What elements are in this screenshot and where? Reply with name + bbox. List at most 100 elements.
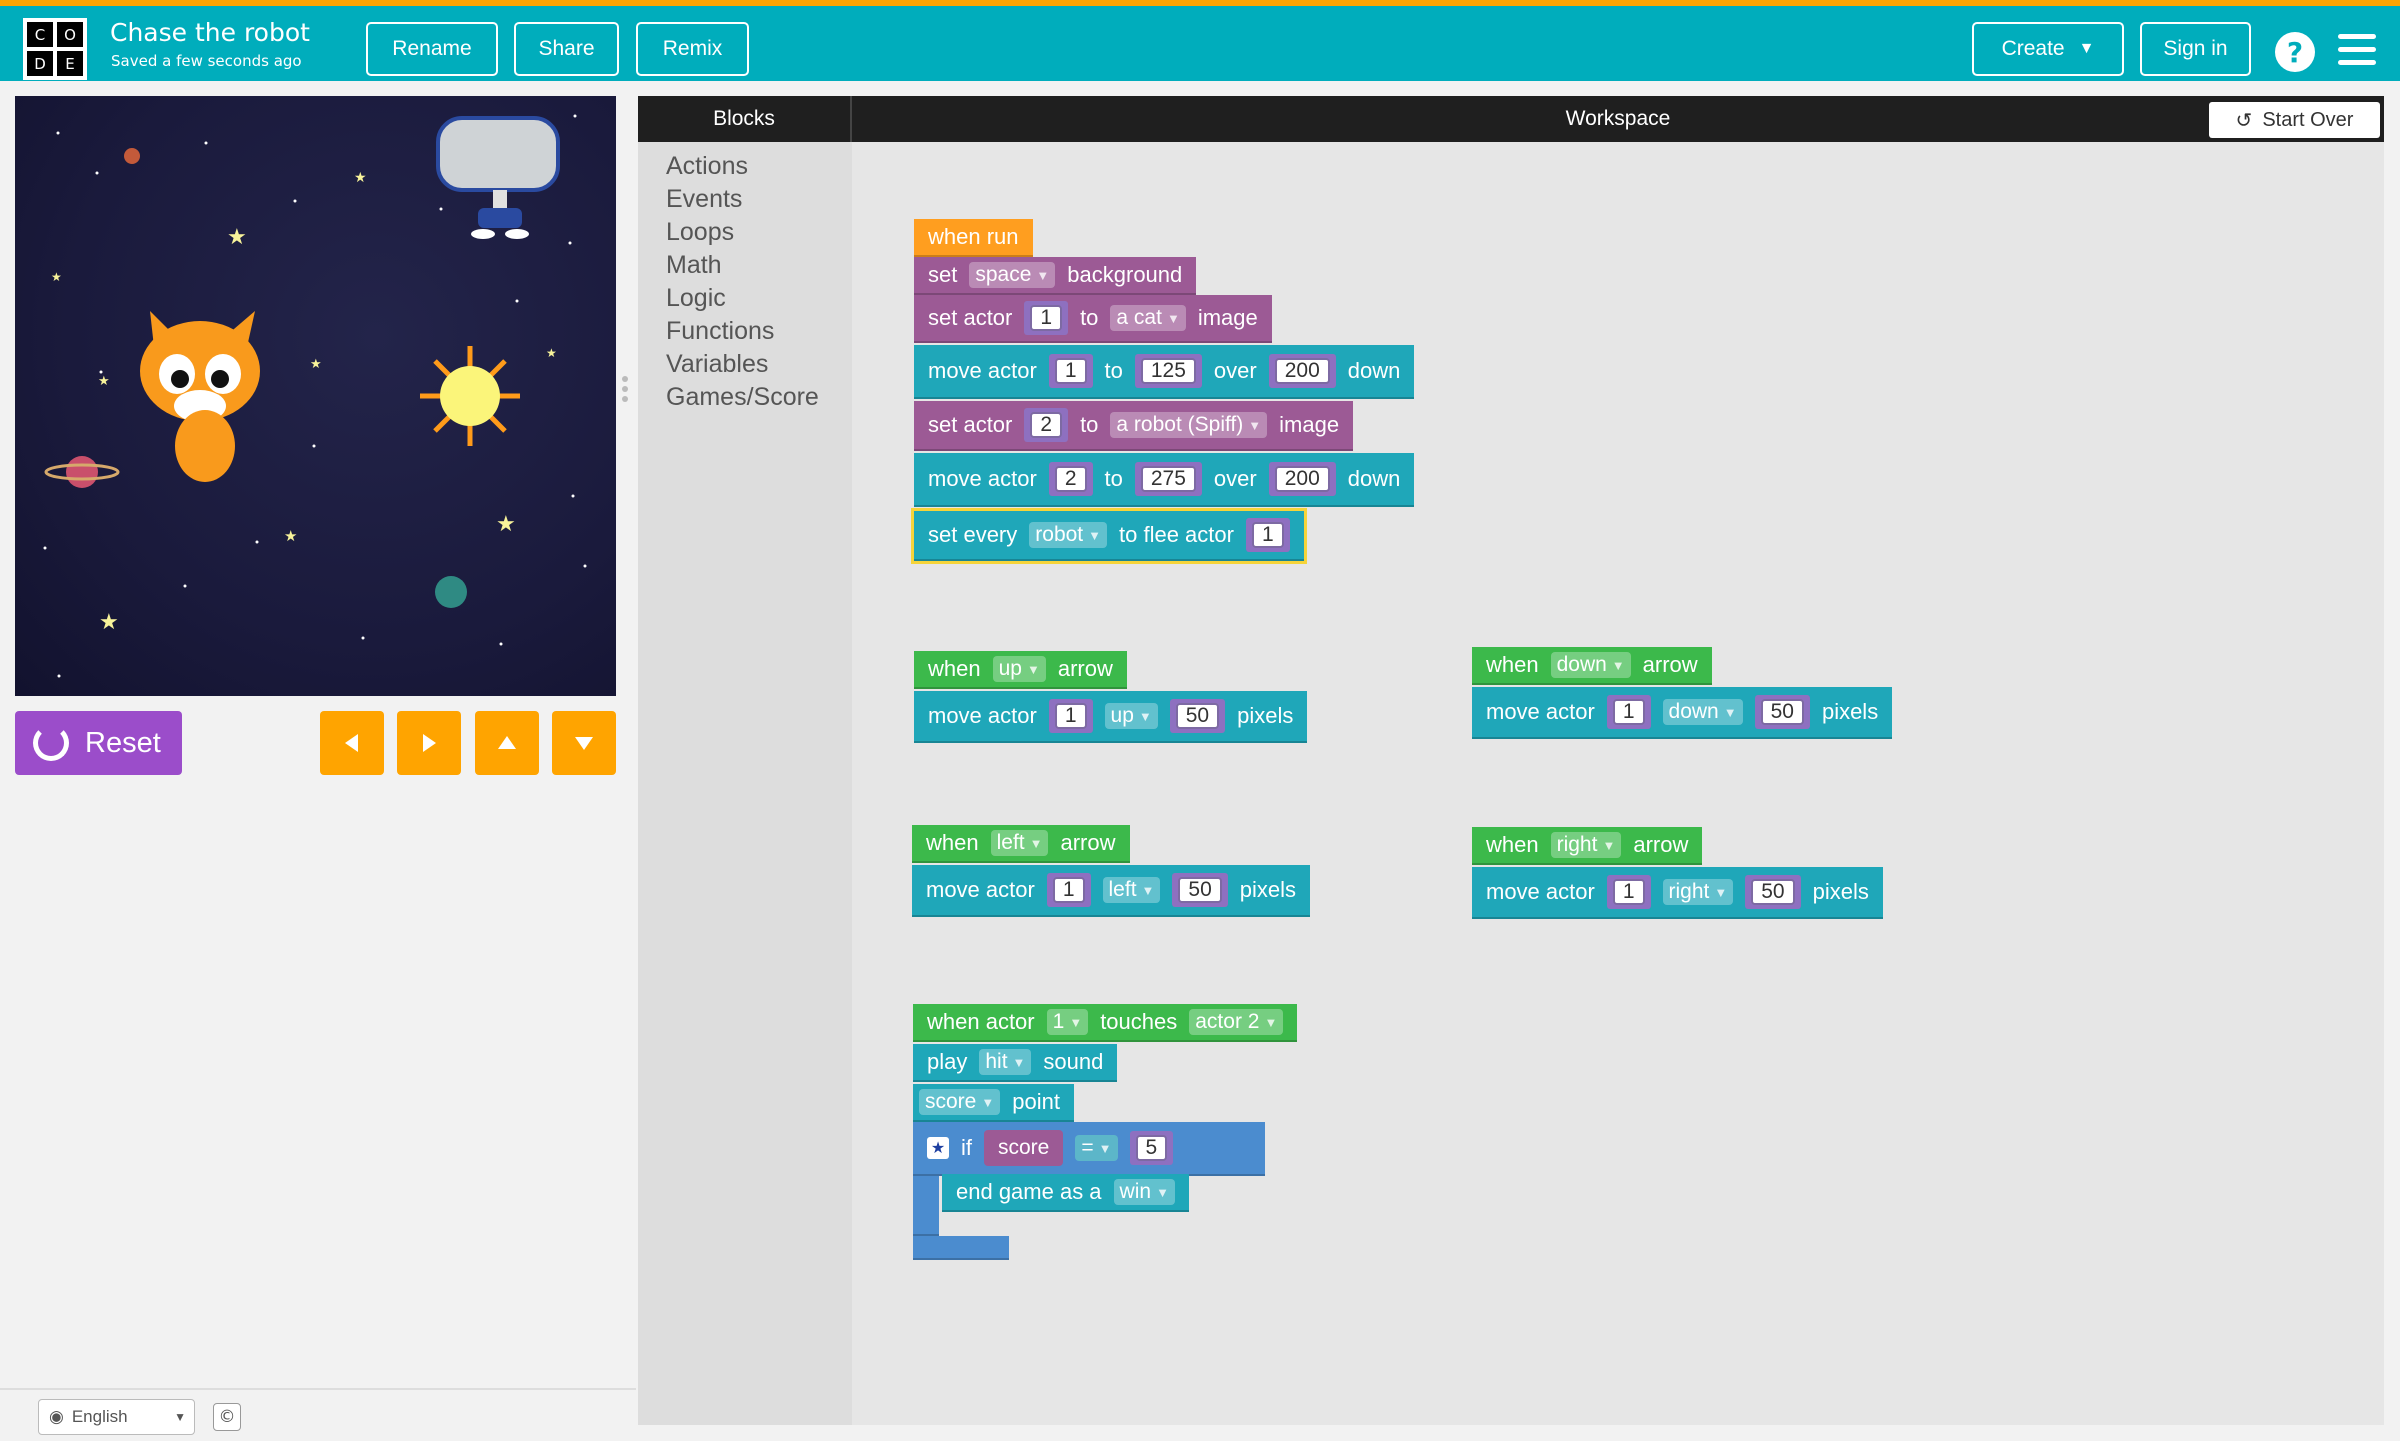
category-variables[interactable]: Variables	[638, 348, 852, 381]
planet-icon	[44, 456, 120, 488]
sprite-dropdown[interactable]: robot ▼	[1029, 522, 1108, 548]
rename-button[interactable]: Rename	[366, 22, 498, 76]
block-label: move actor	[928, 466, 1037, 491]
right-arrow-button[interactable]	[397, 711, 461, 775]
workspace-canvas[interactable]: when run set space ▼ background set actor…	[852, 142, 2384, 1425]
end-result-dropdown[interactable]: win ▼	[1113, 1179, 1175, 1205]
number-input[interactable]: 2	[1030, 412, 1063, 438]
move-actor-direction-block[interactable]: move actor 1 up ▼ 50 pixels	[914, 691, 1308, 743]
header-bar: C O D E Chase the robot Saved a few seco…	[0, 6, 2400, 81]
category-loops[interactable]: Loops	[638, 216, 852, 249]
flee-block[interactable]: set every robot ▼ to flee actor 1	[911, 508, 1307, 564]
when-run-block[interactable]: when run	[914, 219, 1033, 257]
actor-dropdown[interactable]: 1 ▼	[1046, 1009, 1089, 1035]
number-input[interactable]: 5	[1135, 1135, 1168, 1161]
sound-dropdown[interactable]: hit ▼	[979, 1049, 1032, 1075]
number-input[interactable]: 50	[1751, 879, 1795, 905]
number-input[interactable]: 50	[1175, 703, 1220, 729]
set-actor-image-block[interactable]: set actor 2 to a robot (Spiff) ▼ image	[914, 401, 1354, 451]
end-game-block[interactable]: end game as a win ▼	[942, 1174, 1189, 1212]
move-actor-direction-block[interactable]: move actor 1 left ▼ 50 pixels	[912, 865, 1311, 917]
create-button[interactable]: Create ▼	[1972, 22, 2124, 76]
block-label: touches	[1100, 1009, 1178, 1034]
category-actions[interactable]: Actions	[638, 150, 852, 183]
move-actor-block[interactable]: move actor 1 to 125 over 200 down	[914, 345, 1415, 399]
category-functions[interactable]: Functions	[638, 315, 852, 348]
category-events[interactable]: Events	[638, 183, 852, 216]
background-dropdown[interactable]: space ▼	[969, 262, 1056, 288]
direction-dropdown[interactable]: left ▼	[1102, 877, 1161, 903]
image-dropdown[interactable]: a cat ▼	[1110, 305, 1186, 331]
target-dropdown[interactable]: actor 2 ▼	[1189, 1009, 1284, 1035]
logo-letter: C	[27, 22, 53, 47]
move-actor-block[interactable]: move actor 2 to 275 over 200 down	[914, 453, 1415, 507]
set-actor-image-block[interactable]: set actor 1 to a cat ▼ image	[914, 295, 1272, 343]
score-variable[interactable]: score	[984, 1130, 1064, 1166]
down-arrow-button[interactable]	[552, 711, 616, 775]
star-icon[interactable]: ★	[927, 1137, 949, 1159]
category-games-score[interactable]: Games/Score	[638, 381, 852, 414]
up-arrow-button[interactable]	[475, 711, 539, 775]
set-background-block[interactable]: set space ▼ background	[914, 257, 1197, 295]
block-label: when actor	[927, 1009, 1035, 1034]
robot-sprite[interactable]	[436, 116, 560, 239]
reset-button[interactable]: Reset	[15, 711, 182, 775]
code-logo[interactable]: C O D E	[23, 18, 87, 80]
sign-in-button[interactable]: Sign in	[2140, 22, 2251, 76]
play-sound-block[interactable]: play hit ▼ sound	[913, 1044, 1118, 1082]
block-label: over	[1213, 466, 1257, 491]
number-input[interactable]: 2	[1054, 466, 1087, 492]
number-input[interactable]: 1	[1612, 699, 1645, 725]
resize-handle[interactable]	[622, 376, 630, 416]
arrow-dropdown[interactable]: right ▼	[1550, 832, 1622, 858]
category-logic[interactable]: Logic	[638, 282, 852, 315]
number-input[interactable]: 1	[1054, 703, 1087, 729]
number-input[interactable]: 200	[1274, 466, 1330, 492]
number-input[interactable]: 1	[1251, 522, 1284, 548]
score-point-block[interactable]: score ▼ point	[913, 1084, 1074, 1122]
move-actor-direction-block[interactable]: move actor 1 right ▼ 50 pixels	[1472, 867, 1883, 919]
when-down-arrow-block[interactable]: when down ▼ arrow	[1472, 647, 1712, 685]
cat-sprite[interactable]	[140, 311, 260, 482]
language-select[interactable]: ◉ English ▼	[38, 1399, 195, 1435]
workspace-title: Workspace	[1565, 107, 1671, 130]
number-input[interactable]: 1	[1030, 305, 1063, 331]
game-stage[interactable]: ★ ★ ★ ★ ★ ★ ★ ★ ★	[15, 96, 616, 696]
hamburger-menu-icon[interactable]	[2338, 34, 2376, 66]
start-over-button[interactable]: ↺ Start Over	[2209, 102, 2380, 138]
image-dropdown[interactable]: a robot (Spiff) ▼	[1110, 412, 1268, 438]
caret-down-icon: ▼	[1141, 882, 1155, 898]
block-label: to	[1080, 305, 1099, 330]
number-input[interactable]: 50	[1178, 877, 1222, 903]
when-right-arrow-block[interactable]: when right ▼ arrow	[1472, 827, 1703, 865]
arrow-dropdown[interactable]: left ▼	[990, 830, 1049, 856]
svg-text:★: ★	[99, 610, 119, 635]
score-dropdown[interactable]: score ▼	[919, 1089, 1001, 1115]
caret-down-icon: ▼	[981, 1094, 995, 1110]
direction-dropdown[interactable]: down ▼	[1662, 699, 1743, 725]
number-input[interactable]: 1	[1054, 358, 1087, 384]
arrow-dropdown[interactable]: up ▼	[992, 656, 1046, 682]
number-input[interactable]: 275	[1140, 466, 1196, 492]
number-input[interactable]: 1	[1052, 877, 1085, 903]
remix-button[interactable]: Remix	[636, 22, 749, 76]
direction-dropdown[interactable]: up ▼	[1104, 703, 1158, 729]
move-actor-direction-block[interactable]: move actor 1 down ▼ 50 pixels	[1472, 687, 1893, 739]
when-left-arrow-block[interactable]: when left ▼ arrow	[912, 825, 1130, 863]
operator-dropdown[interactable]: = ▼	[1075, 1135, 1118, 1161]
help-icon[interactable]: ?	[2275, 32, 2315, 72]
direction-dropdown[interactable]: right ▼	[1662, 879, 1734, 905]
block-label: set every	[928, 522, 1018, 547]
if-block[interactable]: ★ if score = ▼ 5	[913, 1122, 1265, 1176]
category-math[interactable]: Math	[638, 249, 852, 282]
share-button[interactable]: Share	[514, 22, 619, 76]
when-actor-touches-block[interactable]: when actor 1 ▼ touches actor 2 ▼	[913, 1004, 1298, 1042]
when-up-arrow-block[interactable]: when up ▼ arrow	[914, 651, 1127, 689]
number-input[interactable]: 1	[1612, 879, 1645, 905]
left-arrow-button[interactable]	[320, 711, 384, 775]
number-input[interactable]: 125	[1140, 358, 1196, 384]
arrow-dropdown[interactable]: down ▼	[1550, 652, 1631, 678]
number-input[interactable]: 200	[1274, 358, 1330, 384]
copyright-button[interactable]: ©	[213, 1403, 241, 1431]
number-input[interactable]: 50	[1760, 699, 1804, 725]
